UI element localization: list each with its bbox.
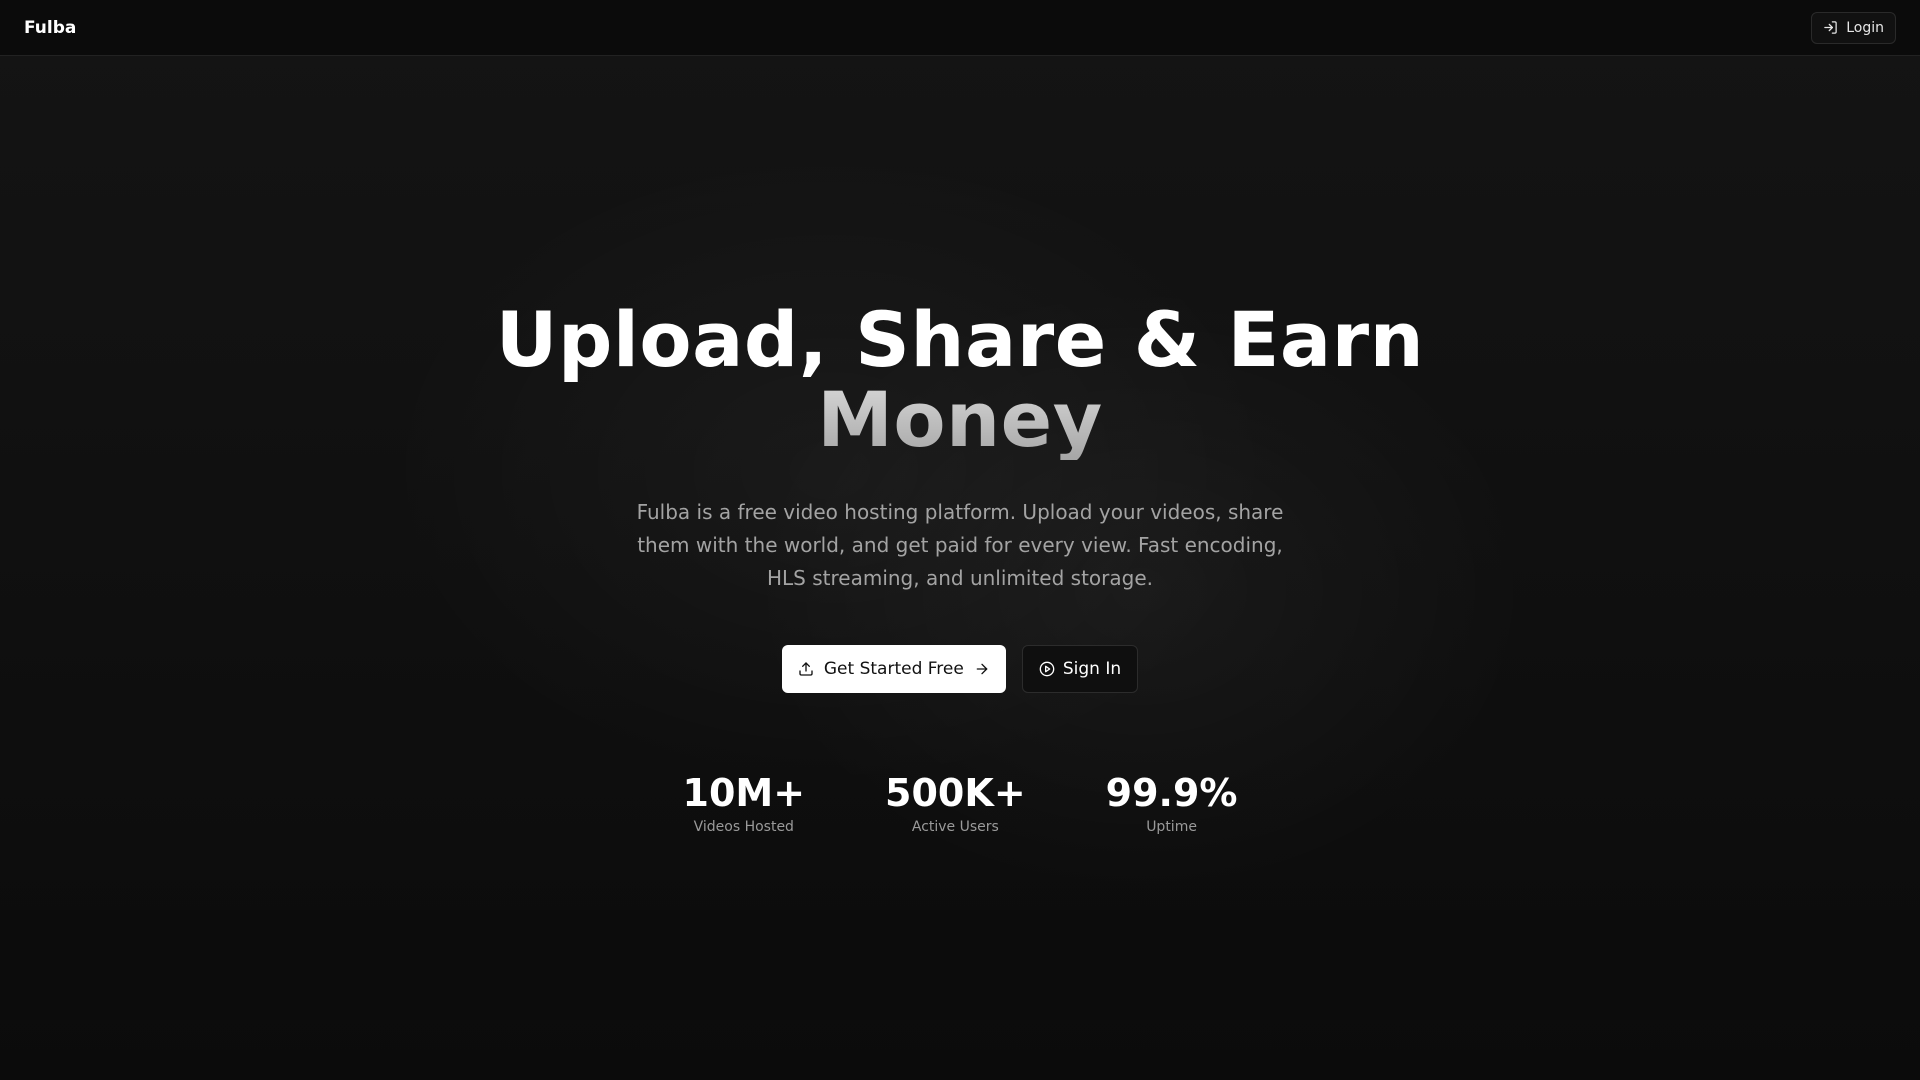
- sign-in-label: Sign In: [1062, 659, 1122, 679]
- stat-value: 10M+: [682, 771, 806, 815]
- stat-uptime: 99.9% Uptime: [1106, 771, 1238, 835]
- upload-icon: [799, 662, 813, 676]
- top-nav: Fulba Login: [0, 0, 1920, 56]
- arrow-right-icon: [976, 663, 988, 675]
- play-circle-icon: [1039, 661, 1055, 677]
- stat-videos-hosted: 10M+ Videos Hosted: [683, 771, 806, 835]
- landing-page: Fulba Login Upload, Share & Earn Money F…: [0, 0, 1920, 1080]
- stat-value: 99.9%: [1105, 771, 1238, 815]
- login-button-label: Login: [1846, 19, 1884, 36]
- cta-row: Get Started Free Sign In: [0, 645, 1920, 693]
- hero-headline: Upload, Share & Earn Money: [0, 300, 1920, 460]
- stats-row: 10M+ Videos Hosted 500K+ Active Users 99…: [0, 771, 1920, 835]
- log-in-icon: [1824, 21, 1837, 34]
- stat-value: 500K+: [885, 771, 1026, 815]
- get-started-label: Get Started Free: [823, 659, 964, 679]
- brand-logo[interactable]: Fulba: [24, 18, 76, 38]
- stat-label: Active Users: [911, 819, 999, 835]
- headline-line-1: Upload, Share & Earn: [495, 295, 1425, 384]
- stat-active-users: 500K+ Active Users: [885, 771, 1026, 835]
- login-button[interactable]: Login: [1811, 11, 1896, 44]
- stat-label: Videos Hosted: [693, 819, 794, 835]
- get-started-button[interactable]: Get Started Free: [781, 645, 1006, 693]
- sign-in-button[interactable]: Sign In: [1021, 645, 1139, 693]
- headline-line-2: Money: [0, 380, 1920, 460]
- hero-section: Upload, Share & Earn Money Fulba is a fr…: [0, 300, 1920, 836]
- hero-subtitle: Fulba is a free video hosting platform. …: [636, 500, 1284, 590]
- stat-label: Uptime: [1146, 819, 1197, 835]
